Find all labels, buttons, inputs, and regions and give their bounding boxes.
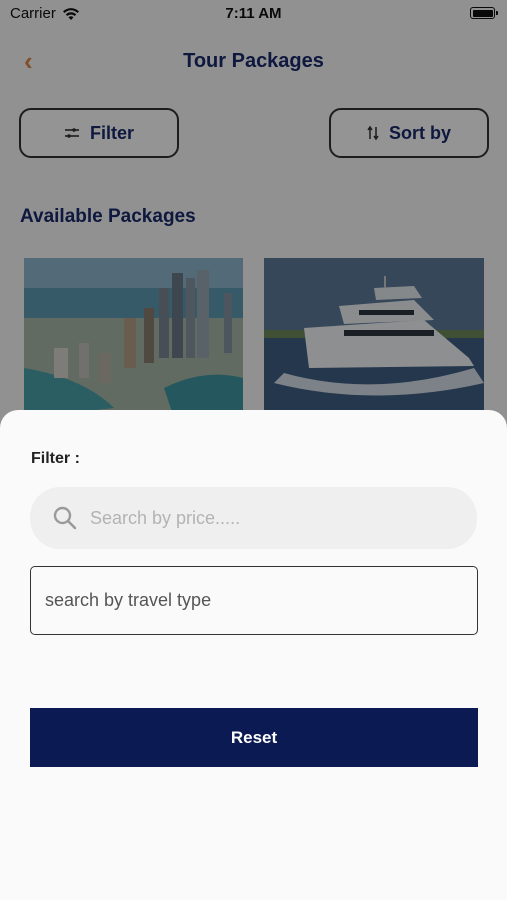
reset-button[interactable]: Reset — [30, 708, 478, 767]
travel-type-input[interactable] — [45, 567, 467, 633]
price-search-box[interactable] — [30, 487, 477, 549]
filter-sheet-label: Filter : — [31, 450, 80, 467]
price-search-input[interactable] — [90, 487, 457, 549]
search-icon — [53, 506, 77, 530]
travel-type-field[interactable] — [30, 566, 478, 635]
filter-bottom-sheet: Filter : Reset — [0, 410, 507, 900]
